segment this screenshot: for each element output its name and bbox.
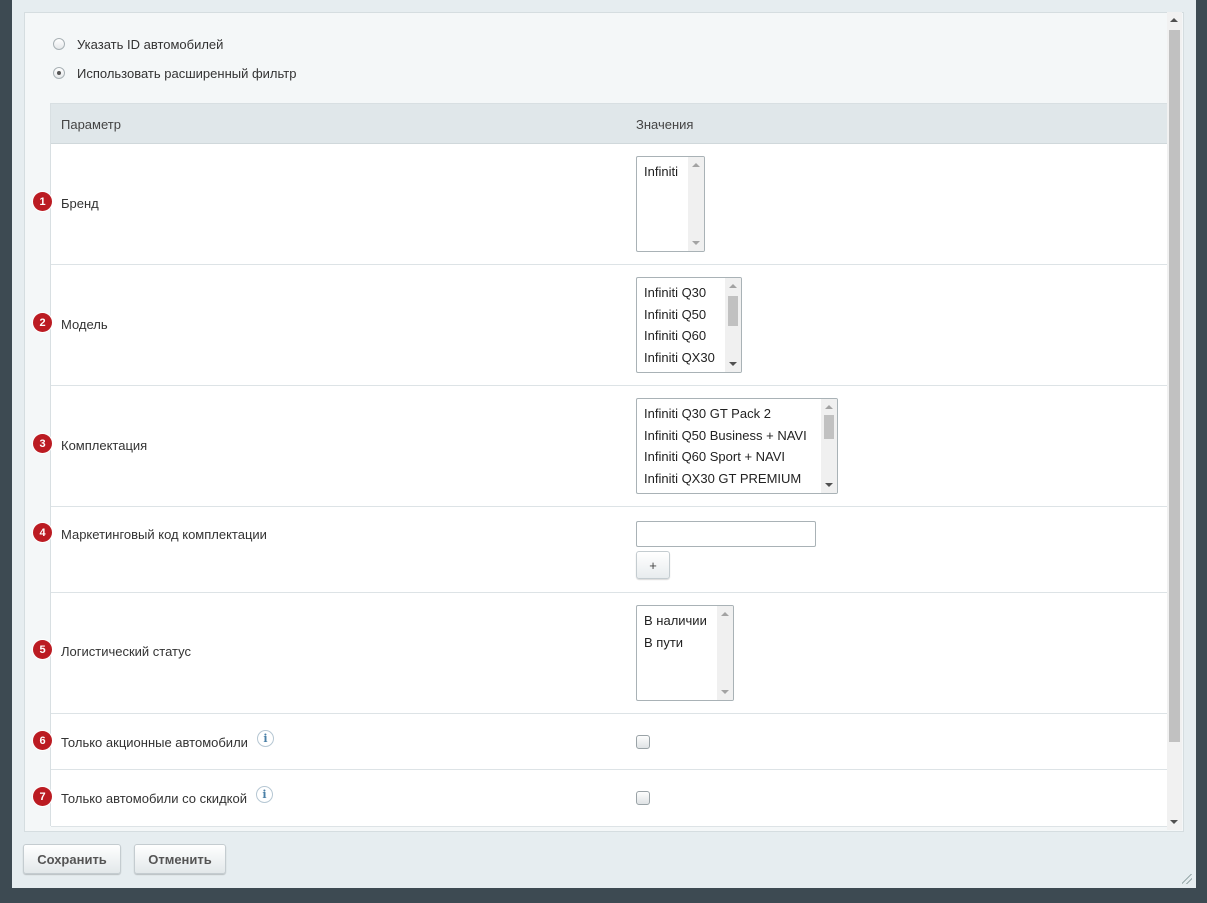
add-code-button[interactable]: + <box>636 551 670 579</box>
radio-specify-ids[interactable]: Указать ID автомобилей <box>53 35 223 53</box>
row-model: 2 Модель Infiniti Q30 Infiniti Q50 Infin… <box>33 265 1169 386</box>
scroll-thumb[interactable] <box>1169 30 1180 742</box>
scroll-down-icon[interactable] <box>729 362 737 366</box>
model-listbox[interactable]: Infiniti Q30 Infiniti Q50 Infiniti Q60 I… <box>636 277 742 373</box>
scroll-up-icon[interactable] <box>721 612 729 616</box>
panel-scrollbar[interactable] <box>1167 12 1182 830</box>
step-badge: 5 <box>33 640 52 659</box>
step-badge: 7 <box>33 787 52 806</box>
listbox-scrollbar[interactable] <box>717 606 733 700</box>
param-label-promo-only: Только акционные автомобили <box>61 735 248 750</box>
radio-button[interactable] <box>53 38 65 50</box>
scroll-down-icon[interactable] <box>721 690 729 694</box>
listbox-scrollbar[interactable] <box>821 399 837 493</box>
header-param: Параметр <box>61 117 121 132</box>
info-icon[interactable]: i <box>257 730 274 747</box>
table-header: Параметр Значения <box>51 104 1169 144</box>
list-option[interactable]: Infiniti QX30 <box>644 349 715 371</box>
row-logistic-status: 5 Логистический статус В наличии В пути <box>33 593 1169 714</box>
resize-handle-icon[interactable] <box>1182 874 1192 884</box>
discount-only-checkbox[interactable] <box>636 791 650 805</box>
marketing-code-input[interactable] <box>636 521 816 547</box>
list-option[interactable]: Infiniti Q50 Business + NAVI <box>644 427 807 449</box>
param-label-brand: Бренд <box>61 196 99 211</box>
list-option[interactable]: В пути <box>644 634 707 656</box>
step-badge: 2 <box>33 313 52 332</box>
scroll-down-icon[interactable] <box>1170 820 1178 824</box>
scroll-up-icon[interactable] <box>729 284 737 288</box>
filter-table: Параметр Значения 1 Бренд Infiniti 2 Мод… <box>33 103 1170 827</box>
filter-dialog: Указать ID автомобилей Использовать расш… <box>12 0 1196 888</box>
list-option[interactable]: Infiniti Q30 <box>644 284 715 306</box>
param-label-trim: Комплектация <box>61 438 148 453</box>
step-badge: 4 <box>33 523 52 542</box>
brand-listbox[interactable]: Infiniti <box>636 156 705 252</box>
step-badge: 1 <box>33 192 52 211</box>
row-marketing-code: 4 Маркетинговый код комплектации + <box>33 507 1169 593</box>
scroll-thumb[interactable] <box>824 415 834 439</box>
cancel-button[interactable]: Отменить <box>134 844 226 874</box>
scroll-thumb[interactable] <box>728 296 738 326</box>
row-promo-only: 6 Только акционные автомобили i <box>33 714 1169 770</box>
row-brand: 1 Бренд Infiniti <box>33 144 1169 265</box>
param-label-discount-only: Только автомобили со скидкой <box>61 791 247 806</box>
list-option[interactable]: Infiniti <box>644 163 678 185</box>
list-option[interactable]: Infiniti Q60 Sport + NAVI <box>644 448 807 470</box>
promo-only-checkbox[interactable] <box>636 735 650 749</box>
info-icon[interactable]: i <box>256 786 273 803</box>
radio-button[interactable] <box>53 67 65 79</box>
param-label-model: Модель <box>61 317 108 332</box>
list-option[interactable]: Infiniti Q30 GT Pack 2 <box>644 405 807 427</box>
radio-label: Использовать расширенный фильтр <box>77 65 297 81</box>
radio-label: Указать ID автомобилей <box>77 36 224 52</box>
param-label-logistic-status: Логистический статус <box>61 644 192 659</box>
param-label-marketing-code: Маркетинговый код комплектации <box>61 527 267 542</box>
listbox-scrollbar[interactable] <box>688 157 704 251</box>
list-option[interactable]: Infiniti Q50 <box>644 306 715 328</box>
scroll-up-icon[interactable] <box>1170 18 1178 22</box>
list-option[interactable]: Infiniti Q60 <box>644 327 715 349</box>
scroll-down-icon[interactable] <box>692 241 700 245</box>
scroll-down-icon[interactable] <box>825 483 833 487</box>
list-option[interactable]: В наличии <box>644 612 707 634</box>
list-option[interactable]: Infiniti QX30 GT PREMIUM <box>644 470 807 492</box>
logistic-status-listbox[interactable]: В наличии В пути <box>636 605 734 701</box>
scroll-up-icon[interactable] <box>692 163 700 167</box>
trim-listbox[interactable]: Infiniti Q30 GT Pack 2 Infiniti Q50 Busi… <box>636 398 838 494</box>
radio-advanced-filter[interactable]: Использовать расширенный фильтр <box>53 64 296 82</box>
save-button[interactable]: Сохранить <box>23 844 121 874</box>
row-discount-only: 7 Только автомобили со скидкой i <box>33 770 1169 827</box>
filter-panel: Указать ID автомобилей Использовать расш… <box>24 12 1184 832</box>
header-values: Значения <box>636 117 694 132</box>
step-badge: 6 <box>33 731 52 750</box>
step-badge: 3 <box>33 434 52 453</box>
listbox-scrollbar[interactable] <box>725 278 741 372</box>
row-trim: 3 Комплектация Infiniti Q30 GT Pack 2 In… <box>33 386 1169 507</box>
scroll-up-icon[interactable] <box>825 405 833 409</box>
